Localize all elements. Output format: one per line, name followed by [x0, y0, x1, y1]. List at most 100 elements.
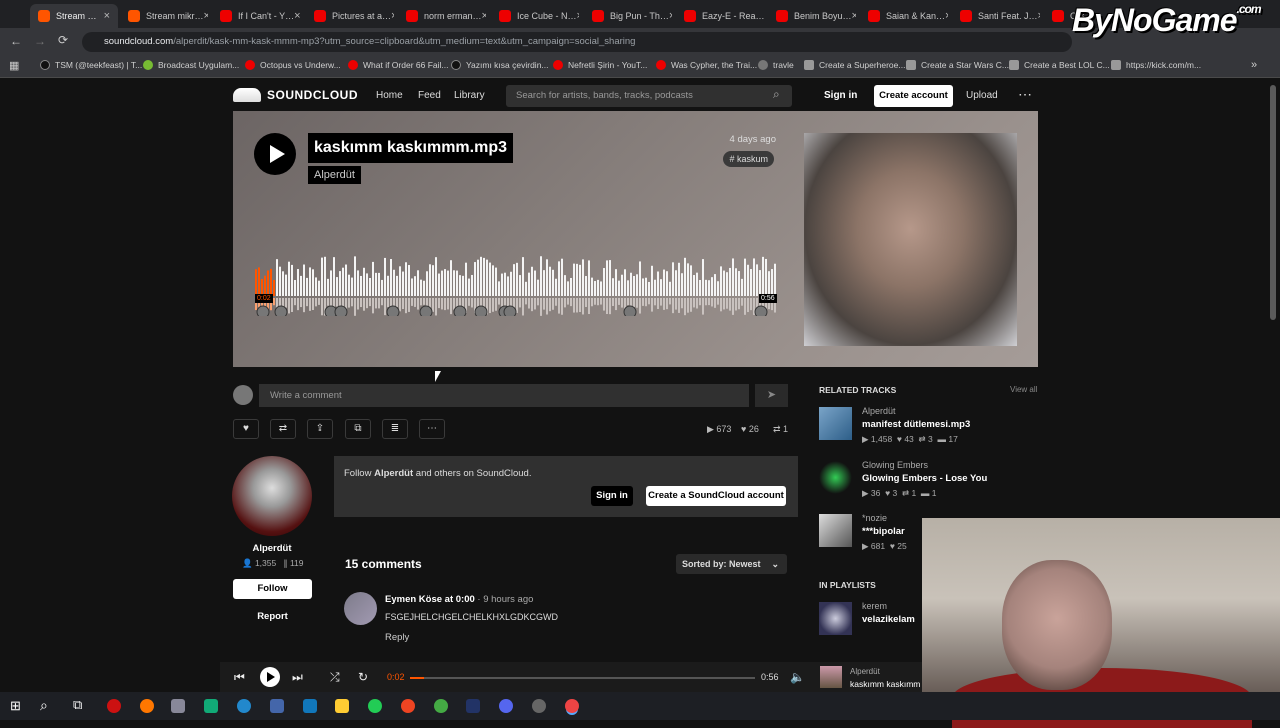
app-icon[interactable]	[270, 699, 284, 713]
bookmark-item[interactable]: Broadcast Uygulam...	[143, 60, 239, 70]
close-tab-icon[interactable]: ×	[391, 10, 394, 22]
sort-dropdown[interactable]: Sorted by: Newest ⌄	[676, 554, 787, 574]
chrome-icon[interactable]	[401, 699, 415, 713]
browser-tab[interactable]: Big Pun - Th…×	[584, 4, 672, 28]
task-view-icon[interactable]: ⧉	[73, 697, 82, 713]
sign-in-button[interactable]: Sign in	[591, 486, 633, 506]
follow-button[interactable]: Follow	[233, 579, 312, 599]
bookmark-item[interactable]: Nefretli Şirin - YouT...	[553, 60, 647, 70]
next-track-icon[interactable]: ⏭	[292, 670, 303, 685]
shuffle-icon[interactable]: ⤮	[330, 670, 340, 685]
store-icon[interactable]	[204, 699, 218, 713]
url-input[interactable]: soundcloud.com/alperdit/kask-mm-kask-mmm…	[82, 32, 1072, 52]
close-tab-icon[interactable]: ×	[204, 10, 208, 22]
artist-name[interactable]: Alperdüt	[233, 543, 311, 554]
firefox-icon[interactable]	[140, 699, 154, 713]
reload-icon[interactable]: ⟳	[58, 33, 68, 47]
browser-tab[interactable]: Ice Cube - N…×	[491, 4, 579, 28]
search-input[interactable]: Search for artists, bands, tracks, podca…	[506, 85, 792, 107]
player-play-button[interactable]	[260, 667, 280, 687]
related-track[interactable]: Glowing Embers Glowing Embers - Lose You…	[819, 459, 1039, 503]
artist-avatar[interactable]	[232, 456, 312, 536]
comment-input[interactable]: Write a comment	[259, 384, 749, 407]
windows-start-icon[interactable]: ⊞	[10, 698, 21, 714]
related-track[interactable]: Alperdüt manifest dütlemesi.mp3 ▶ 1,458 …	[819, 405, 1039, 449]
create-account-button[interactable]: Create account	[874, 85, 953, 107]
view-all-link[interactable]: View all	[1010, 385, 1037, 394]
browser-tab[interactable]: norm erman… ×	[398, 4, 486, 28]
close-tab-icon[interactable]: ×	[945, 10, 948, 22]
reply-link[interactable]: Reply	[385, 632, 409, 643]
browser-tab[interactable]: Stream … ×	[30, 4, 118, 28]
bookmark-item[interactable]: https://kick.com/m...	[1111, 60, 1201, 70]
search-icon[interactable]: ⌕	[773, 87, 780, 102]
create-soundcloud-account-button[interactable]: Create a SoundCloud account	[646, 486, 786, 506]
soundcloud-logo[interactable]: SOUNDCLOUD	[233, 88, 358, 102]
discord-icon[interactable]	[499, 699, 513, 713]
nav-library[interactable]: Library	[454, 90, 485, 101]
bookmark-item[interactable]: What if Order 66 Fail...	[348, 60, 449, 70]
nav-feed[interactable]: Feed	[418, 90, 441, 101]
report-link[interactable]: Report	[233, 611, 312, 622]
bookmark-item[interactable]: TSM (@teekfeast) | T...	[40, 60, 142, 70]
apps-grid-icon[interactable]: ▦	[9, 59, 19, 72]
close-tab-icon[interactable]: ×	[852, 10, 856, 22]
browser-tab[interactable]: Eazy-E - Rea…×	[676, 4, 764, 28]
like-button[interactable]: ♥	[233, 419, 259, 439]
sign-in-link[interactable]: Sign in	[824, 90, 857, 101]
browser-tab[interactable]: Santi Feat. J…×	[952, 4, 1040, 28]
back-icon[interactable]: ←	[10, 34, 22, 48]
close-tab-icon[interactable]: ×	[294, 10, 300, 22]
close-tab-icon[interactable]: ×	[577, 10, 579, 22]
browser-tab[interactable]: Pictures at a…×	[306, 4, 394, 28]
send-comment-icon[interactable]: ➤	[755, 384, 788, 407]
browser-tab[interactable]: Stream mikr… ×	[120, 4, 208, 28]
browser-tab[interactable]: If I Can't - Y… ×	[212, 4, 300, 28]
browser-tab[interactable]: Saian & Kan…×	[860, 4, 948, 28]
previous-track-icon[interactable]: ⏮	[234, 670, 245, 685]
steam-icon[interactable]	[466, 699, 480, 713]
page-scrollbar[interactable]	[1270, 85, 1276, 320]
repost-button[interactable]: ⇄	[270, 419, 296, 439]
whatsapp-icon[interactable]	[368, 699, 382, 713]
more-options-icon[interactable]: ⋯	[1018, 86, 1032, 103]
more-bookmarks-icon[interactable]: »	[1251, 59, 1257, 71]
upload-link[interactable]: Upload	[966, 90, 998, 101]
opera-icon[interactable]	[107, 699, 121, 713]
commenter-avatar[interactable]	[344, 592, 377, 625]
play-button[interactable]	[254, 133, 296, 175]
waveform[interactable]	[255, 256, 777, 316]
close-tab-icon[interactable]: ×	[104, 10, 110, 22]
chrome-active-icon[interactable]	[565, 699, 579, 713]
app-icon[interactable]	[532, 699, 546, 713]
forward-icon[interactable]: →	[34, 34, 46, 48]
bookmark-item[interactable]: Yazımı kısa çevirdin...	[451, 60, 549, 70]
track-artist-link[interactable]: Alperdüt	[308, 166, 361, 184]
bookmark-item[interactable]: Octopus vs Underw...	[245, 60, 341, 70]
browser-tab[interactable]: Benim Boyu… ×	[768, 4, 856, 28]
chrome-icon[interactable]	[434, 699, 448, 713]
now-playing-title[interactable]: kaskımm kaskımm	[850, 679, 920, 689]
follow-artist-link[interactable]: Alperdüt	[374, 468, 413, 479]
copy-link-button[interactable]: ⧉	[345, 419, 371, 439]
bookmark-item[interactable]: Create a Superheroe...	[804, 60, 905, 70]
close-tab-icon[interactable]: ×	[1038, 10, 1040, 22]
add-to-playlist-button[interactable]: ≣	[382, 419, 408, 439]
nav-home[interactable]: Home	[376, 90, 403, 101]
close-tab-icon[interactable]: ×	[482, 10, 486, 22]
more-actions-button[interactable]: ⋯	[419, 419, 445, 439]
player-progress-bar[interactable]	[410, 677, 755, 679]
close-tab-icon[interactable]: ×	[669, 10, 672, 22]
bookmark-item[interactable]: Was Cypher, the Trai...	[656, 60, 757, 70]
app-icon[interactable]	[171, 699, 185, 713]
commenter-name[interactable]: Eymen Köse	[385, 594, 442, 605]
edge-icon[interactable]	[237, 699, 251, 713]
bookmark-item[interactable]: Create a Star Wars C...	[906, 60, 1009, 70]
share-button[interactable]: ⇪	[307, 419, 333, 439]
now-playing-artist[interactable]: Alperdüt	[850, 667, 880, 676]
file-explorer-icon[interactable]	[335, 699, 349, 713]
volume-icon[interactable]: 🔈	[790, 670, 805, 684]
bookmark-item[interactable]: Create a Best LOL C...	[1009, 60, 1110, 70]
search-icon[interactable]: ⌕	[40, 697, 48, 714]
bookmark-item[interactable]: travle	[758, 60, 794, 70]
